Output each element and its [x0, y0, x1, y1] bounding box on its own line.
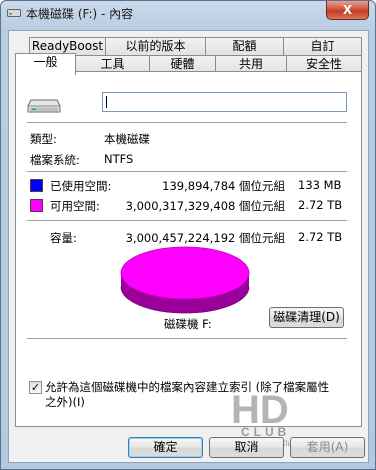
free-space-bytes: 3,000,317,329,408 個位元組 [125, 199, 285, 213]
tab-label: 工具 [100, 57, 125, 71]
index-checkbox-label-2: 之外)(I) [45, 395, 85, 409]
filesystem-value: NTFS [104, 152, 134, 166]
properties-window: 本機磁碟 (F:) - 內容 X ReadyBoost 以前的版本 配額 自訂 … [0, 0, 376, 470]
tab-label: 自訂 [310, 39, 335, 53]
tab-quota[interactable]: 配額 [205, 37, 284, 56]
disk-cleanup-button[interactable]: 磁碟清理(D) [269, 307, 344, 328]
tab-previous-versions[interactable]: 以前的版本 [105, 37, 206, 56]
ok-button[interactable]: 確定 [128, 437, 203, 458]
tab-label: 以前的版本 [125, 39, 186, 53]
tab-label: 配額 [232, 39, 257, 53]
used-space-label: 已使用空間: [50, 179, 112, 193]
tab-label: ReadyBoost [31, 39, 104, 53]
capacity-bytes: 3,000,457,224,192 個位元組 [125, 231, 285, 245]
free-space-swatch [30, 199, 43, 212]
type-value: 本機磁碟 [104, 132, 150, 146]
capacity-label: 容量: [50, 231, 77, 245]
filesystem-label: 檔案系統: [30, 153, 80, 167]
separator [27, 122, 347, 124]
tab-label: 硬體 [170, 57, 195, 71]
text-caret [106, 96, 107, 108]
used-space-size: 133 MB [298, 178, 342, 192]
drive-title-icon [7, 9, 21, 17]
window-title: 本機磁碟 (F:) - 內容 [26, 7, 134, 21]
tab-label: 共用 [238, 57, 263, 71]
close-button[interactable]: X [326, 1, 369, 20]
free-space-size: 2.72 TB [298, 198, 343, 212]
used-space-bytes: 139,894,784 個位元組 [162, 179, 285, 193]
drive-name-input[interactable] [102, 92, 347, 112]
tab-customize[interactable]: 自訂 [283, 37, 362, 56]
tab-general[interactable]: 一般 [15, 53, 76, 75]
separator [27, 171, 347, 173]
tab-label: 安全性 [305, 57, 342, 71]
drive-caption: 磁碟機 F: [164, 317, 212, 331]
capacity-size: 2.72 TB [298, 230, 343, 244]
cancel-button[interactable]: 取消 [209, 437, 284, 458]
disk-usage-pie [120, 246, 250, 314]
separator [27, 338, 347, 340]
free-space-label: 可用空間: [50, 199, 100, 213]
tab-label: 一般 [33, 55, 58, 69]
hard-drive-icon [27, 99, 61, 113]
apply-button[interactable]: 套用(A) [290, 437, 365, 458]
index-checkbox[interactable]: ✓ [29, 381, 42, 394]
type-label: 類型: [30, 132, 57, 146]
title-bar[interactable]: 本機磁碟 (F:) - 內容 X [1, 1, 375, 25]
used-space-swatch [30, 179, 43, 192]
separator [27, 220, 347, 222]
